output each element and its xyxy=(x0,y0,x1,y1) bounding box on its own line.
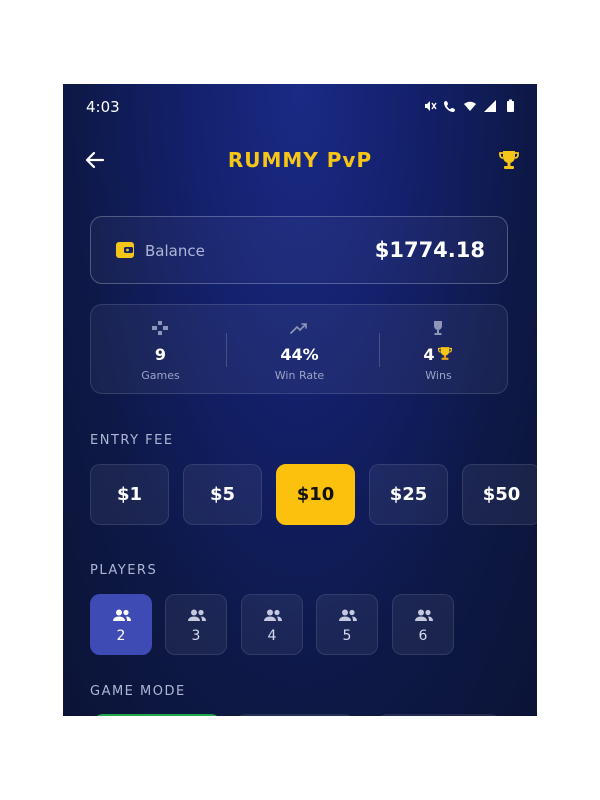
player-option-number: 3 xyxy=(191,628,201,644)
player-option-number: 4 xyxy=(267,628,277,644)
balance-label: Balance xyxy=(145,242,205,260)
wifi-icon xyxy=(463,98,477,112)
status-icons xyxy=(423,98,517,112)
player-option-5[interactable]: 5 xyxy=(316,594,378,655)
trophy-small-icon xyxy=(429,320,447,336)
stat-wins: 4 Wins xyxy=(369,305,508,395)
stat-wins-value: 4 xyxy=(369,345,508,364)
game-mode-label: GAME MODE xyxy=(90,684,186,699)
gamepad-icon xyxy=(151,320,169,336)
stat-win-rate-label: Win Rate xyxy=(274,369,325,382)
people-icon xyxy=(338,607,358,621)
signal-icon xyxy=(483,98,497,112)
players-label: PLAYERS xyxy=(90,563,158,578)
app-header: RUMMY PvP xyxy=(63,144,537,184)
player-option-6[interactable]: 6 xyxy=(392,594,454,655)
stat-games-label: Games xyxy=(141,369,180,382)
player-option-number: 6 xyxy=(418,628,428,644)
player-option-number: 5 xyxy=(342,628,352,644)
balance-card: Balance $1774.18 xyxy=(90,216,508,284)
stat-wins-label: Wins xyxy=(425,369,452,382)
page-title: RUMMY PvP xyxy=(227,148,373,172)
fee-option-25[interactable]: $25 xyxy=(369,464,448,525)
fee-option-5[interactable]: $5 xyxy=(183,464,262,525)
mute-icon xyxy=(423,98,437,112)
game-mode-option[interactable] xyxy=(377,714,501,716)
stat-games-value: 9 xyxy=(154,345,167,364)
player-option-4[interactable]: 4 xyxy=(241,594,303,655)
people-icon xyxy=(112,607,132,621)
balance-amount: $1774.18 xyxy=(374,238,485,262)
people-icon xyxy=(187,607,207,621)
app-screen: 4:03 RUMMY PvP Balance $1774.18 9 Games … xyxy=(63,84,537,716)
player-option-number: 2 xyxy=(116,628,126,644)
call-icon xyxy=(443,98,457,112)
game-mode-option[interactable] xyxy=(93,714,221,716)
trophy-icon xyxy=(437,347,452,360)
fee-option-10[interactable]: $10 xyxy=(276,464,355,525)
fee-option-50[interactable]: $50 xyxy=(462,464,537,525)
player-option-3[interactable]: 3 xyxy=(165,594,227,655)
stat-win-rate-value: 44% xyxy=(280,345,319,364)
stat-divider xyxy=(226,333,227,367)
stat-games: 9 Games xyxy=(91,305,230,395)
people-icon xyxy=(263,607,283,621)
trophy-icon[interactable] xyxy=(497,148,521,172)
fee-option-1[interactable]: $1 xyxy=(90,464,169,525)
stat-win-rate: 44% Win Rate xyxy=(230,305,369,395)
status-time: 4:03 xyxy=(86,98,120,116)
player-option-2[interactable]: 2 xyxy=(90,594,152,655)
status-bar: 4:03 xyxy=(63,84,537,130)
game-mode-option[interactable] xyxy=(235,714,355,716)
wallet-icon xyxy=(115,241,135,259)
trending-up-icon xyxy=(290,320,308,336)
entry-fee-label: ENTRY FEE xyxy=(90,433,174,448)
stats-card: 9 Games 44% Win Rate 4 Wins xyxy=(90,304,508,394)
battery-icon xyxy=(503,98,517,112)
people-icon xyxy=(414,607,434,621)
